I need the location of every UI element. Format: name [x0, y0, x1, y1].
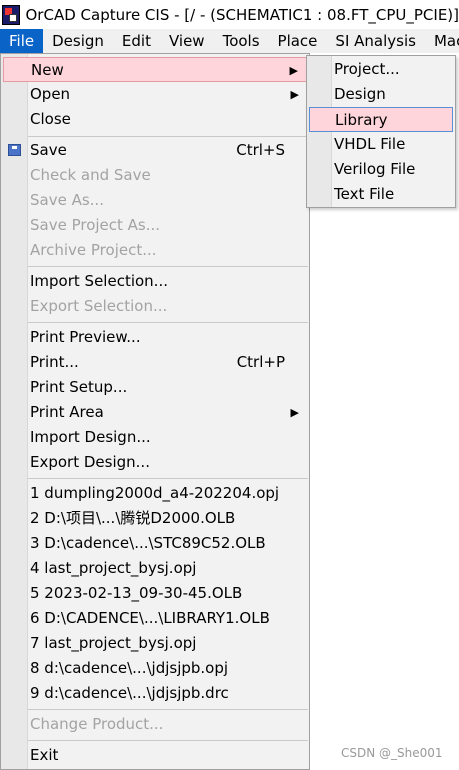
recent-file-item[interactable]: 5 2023-02-13_09-30-45.OLB — [3, 581, 307, 606]
submenu-item-library-label: Library — [335, 111, 388, 129]
menu-separator — [28, 136, 308, 137]
watermark: CSDN @_She001 — [341, 746, 443, 760]
menu-item-check-and-save: Check and Save — [3, 163, 307, 188]
menu-item-check-and-save-label: Check and Save — [30, 166, 151, 184]
save-shortcut: Ctrl+S — [236, 141, 285, 159]
recent-file-label: 2 D:\项目\...\腾锐D2000.OLB — [30, 509, 236, 527]
menu-item-new-label: New — [31, 61, 64, 79]
recent-file-item[interactable]: 3 D:\cadence\...\STC89C52.OLB — [3, 531, 307, 556]
menu-item-print-label: Print... — [30, 353, 79, 371]
menu-item-exit[interactable]: Exit — [3, 743, 307, 768]
menu-item-export-design-label: Export Design... — [30, 453, 150, 471]
submenu-item-design[interactable]: Design — [309, 82, 453, 107]
submenu-item-text-file-label: Text File — [334, 185, 395, 203]
menu-item-print-area-label: Print Area — [30, 403, 104, 421]
menu-bar: File Design Edit View Tools Place SI Ana… — [0, 29, 459, 53]
menu-separator — [28, 740, 308, 741]
menu-item-save-project-as-label: Save Project As... — [30, 216, 161, 234]
recent-file-item[interactable]: 6 D:\CADENCE\...\LIBRARY1.OLB — [3, 606, 307, 631]
menu-edit[interactable]: Edit — [113, 29, 160, 53]
submenu-arrow-icon: ▶ — [290, 88, 299, 101]
menu-item-archive-project-label: Archive Project... — [30, 241, 157, 259]
menu-file[interactable]: File — [0, 29, 44, 53]
recent-file-label: 9 d:\cadence\...\jdjsjpb.drc — [30, 684, 229, 702]
window-title: OrCAD Capture CIS - [/ - (SCHEMATIC1 : 0… — [25, 5, 459, 24]
recent-file-label: 8 d:\cadence\...\jdjsjpb.opj — [30, 659, 229, 677]
menu-item-open-label: Open — [30, 85, 71, 103]
recent-file-label: 1 dumpling2000d_a4-202204.opj — [30, 484, 280, 502]
menu-item-save-label: Save — [30, 141, 67, 159]
menu-place[interactable]: Place — [269, 29, 327, 53]
menu-item-print-area[interactable]: Print Area ▶ — [3, 400, 307, 425]
menu-item-print-preview-label: Print Preview... — [30, 328, 141, 346]
recent-file-label: 3 D:\cadence\...\STC89C52.OLB — [30, 534, 266, 552]
menu-item-import-selection[interactable]: Import Selection... — [3, 269, 307, 294]
recent-file-label: 6 D:\CADENCE\...\LIBRARY1.OLB — [30, 609, 270, 627]
submenu-item-library[interactable]: Library — [309, 107, 453, 132]
submenu-item-vhdl-file-label: VHDL File — [334, 135, 406, 153]
recent-file-item[interactable]: 7 last_project_bysj.opj — [3, 631, 307, 656]
menu-item-print-setup-label: Print Setup... — [30, 378, 128, 396]
save-icon — [8, 144, 21, 156]
submenu-item-design-label: Design — [334, 85, 386, 103]
recent-file-item[interactable]: 2 D:\项目\...\腾锐D2000.OLB — [3, 506, 307, 531]
menu-item-import-design[interactable]: Import Design... — [3, 425, 307, 450]
recent-file-label: 7 last_project_bysj.opj — [30, 634, 197, 652]
menu-item-print-setup[interactable]: Print Setup... — [3, 375, 307, 400]
menu-item-import-design-label: Import Design... — [30, 428, 151, 446]
submenu-item-vhdl-file[interactable]: VHDL File — [309, 132, 453, 157]
menu-view[interactable]: View — [160, 29, 214, 53]
recent-file-item[interactable]: 8 d:\cadence\...\jdjsjpb.opj — [3, 656, 307, 681]
recent-file-item[interactable]: 4 last_project_bysj.opj — [3, 556, 307, 581]
menu-item-save-as-label: Save As... — [30, 191, 104, 209]
submenu-arrow-icon: ▶ — [290, 406, 299, 419]
menu-item-print[interactable]: Print... Ctrl+P — [3, 350, 307, 375]
menu-tools[interactable]: Tools — [214, 29, 269, 53]
menu-si-analysis[interactable]: SI Analysis — [326, 29, 425, 53]
menu-item-save-as: Save As... — [3, 188, 307, 213]
submenu-item-project-label: Project... — [334, 60, 400, 78]
menu-item-close[interactable]: Close — [3, 107, 307, 132]
menu-separator — [28, 709, 308, 710]
title-bar: OrCAD Capture CIS - [/ - (SCHEMATIC1 : 0… — [0, 0, 459, 29]
menu-item-close-label: Close — [30, 110, 71, 128]
menu-item-export-design[interactable]: Export Design... — [3, 450, 307, 475]
menu-item-export-selection-label: Export Selection... — [30, 297, 168, 315]
menu-item-exit-label: Exit — [30, 746, 59, 764]
recent-file-item[interactable]: 9 d:\cadence\...\jdjsjpb.drc — [3, 681, 307, 706]
menu-separator — [28, 478, 308, 479]
menu-item-new[interactable]: New ▶ — [3, 57, 307, 82]
new-submenu: Project... Design Library VHDL File Veri… — [306, 55, 456, 208]
menu-item-save[interactable]: Save Ctrl+S — [3, 138, 307, 163]
menu-item-change-product: Change Product... — [3, 712, 307, 737]
recent-file-label: 5 2023-02-13_09-30-45.OLB — [30, 584, 243, 602]
recent-file-item[interactable]: 1 dumpling2000d_a4-202204.opj — [3, 481, 307, 506]
menu-item-save-project-as: Save Project As... — [3, 213, 307, 238]
menu-item-print-preview[interactable]: Print Preview... — [3, 325, 307, 350]
menu-item-import-selection-label: Import Selection... — [30, 272, 168, 290]
menu-item-open[interactable]: Open ▶ — [3, 82, 307, 107]
menu-macro[interactable]: Macr — [425, 29, 459, 53]
menu-item-archive-project: Archive Project... — [3, 238, 307, 263]
app-icon[interactable] — [2, 4, 20, 25]
menu-item-change-product-label: Change Product... — [30, 715, 164, 733]
print-shortcut: Ctrl+P — [236, 353, 285, 371]
submenu-arrow-icon: ▶ — [289, 64, 298, 77]
submenu-item-project[interactable]: Project... — [309, 57, 453, 82]
menu-separator — [28, 266, 308, 267]
file-menu: New ▶ Open ▶ Close Save Ctrl+S Check and… — [0, 53, 310, 770]
menu-design[interactable]: Design — [43, 29, 113, 53]
menu-item-export-selection: Export Selection... — [3, 294, 307, 319]
submenu-item-text-file[interactable]: Text File — [309, 182, 453, 207]
submenu-item-verilog-file[interactable]: Verilog File — [309, 157, 453, 182]
submenu-item-verilog-file-label: Verilog File — [334, 160, 416, 178]
recent-file-label: 4 last_project_bysj.opj — [30, 559, 197, 577]
menu-separator — [28, 322, 308, 323]
